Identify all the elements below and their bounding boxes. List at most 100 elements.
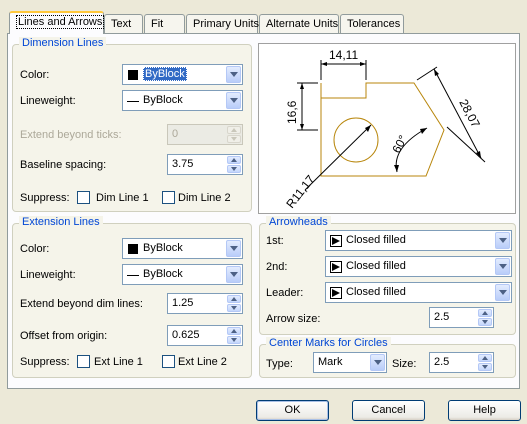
arrow-2nd-select[interactable]: Closed filled [325,256,512,277]
ext-line [446,126,486,163]
cancel-button-label: Cancel [371,404,406,416]
chevron-down-icon[interactable] [226,266,241,283]
tab-alternate-units[interactable]: Alternate Units [259,14,339,33]
extend-beyond-ticks-input[interactable]: 0 [167,124,243,145]
tab-label: Lines and Arrows [16,15,105,29]
extend-beyond-dim-lines-value: 1.25 [172,297,194,309]
ext-color-select[interactable]: ByBlock [122,238,243,259]
dim-text-left: 16,6 [285,100,299,124]
spin-up-icon[interactable] [478,354,492,362]
lineweight-line-icon [127,275,139,276]
center-type-value: Mark [318,356,343,368]
spin-up-icon[interactable] [227,156,241,164]
arrow-1st-label: 1st: [266,235,284,247]
center-size-label: Size: [392,358,417,370]
arrowhead-icon [300,83,304,89]
baseline-spacing-input[interactable]: 3.75 [167,154,243,175]
tab-label: Primary Units [193,18,260,30]
extend-beyond-dim-lines-input[interactable]: 1.25 [167,293,243,314]
dim-color-select[interactable]: ByBlock [122,64,243,85]
ext-lineweight-label: Lineweight: [20,269,76,281]
chevron-down-icon[interactable] [495,258,510,275]
spin-up-icon[interactable] [227,295,241,303]
part-notch [365,82,413,98]
tab-label: Fit [151,18,164,30]
offset-from-origin-input[interactable]: 0.625 [167,325,243,346]
baseline-spacing-value: 3.75 [172,158,194,170]
offset-from-origin-label: Offset from origin: [20,330,108,342]
baseline-spacing-label: Baseline spacing: [20,159,107,171]
dim-line-2-label: Dim Line 2 [178,192,231,204]
offset-from-origin-value: 0.625 [172,329,200,341]
tab-lines-and-arrows[interactable]: Lines and Arrows [9,11,105,34]
arrow-1st-value: Closed filled [346,234,406,246]
arrow-size-input[interactable]: 2.5 [429,307,494,328]
spin-down-icon[interactable] [478,363,492,371]
center-size-value: 2.5 [434,356,450,368]
closed-filled-arrow-icon [330,287,342,299]
group-title: Extension Lines [19,216,103,228]
leader-value: Closed filled [346,286,406,298]
chevron-down-icon[interactable] [226,92,241,109]
spin-up-icon[interactable] [478,309,492,317]
spin-up-icon[interactable] [227,327,241,335]
arrowhead-icon [434,69,439,76]
ok-button-label: OK [284,404,301,416]
tab-label: Tolerances [347,18,401,30]
cancel-button[interactable]: Cancel [352,400,425,421]
spin-down-icon[interactable] [227,304,241,312]
chevron-down-icon[interactable] [370,354,385,371]
closed-filled-arrow-icon [330,235,342,247]
chevron-down-icon[interactable] [495,232,510,249]
dim-lineweight-select[interactable]: ByBlock [122,90,243,111]
ext-lineweight-value: ByBlock [143,268,183,280]
group-title: Arrowheads [266,216,331,228]
group-title: Center Marks for Circles [266,337,391,349]
extend-beyond-dim-lines-label: Extend beyond dim lines: [20,298,143,310]
help-button[interactable]: Help [448,400,521,421]
arrow-size-label: Arrow size: [266,313,321,325]
tab-tolerances[interactable]: Tolerances [340,14,404,33]
leader-select[interactable]: Closed filled [325,282,512,303]
preview-drawing: 14,11 16,6 28,07 60° R11,17 [283,48,486,211]
chevron-down-icon[interactable] [226,66,241,83]
ext-line-1-checkbox[interactable] [77,355,90,368]
dim-lineweight-label: Lineweight: [20,95,76,107]
dim-text-top: 14,11 [329,48,358,62]
arrow-2nd-label: 2nd: [266,261,288,273]
ext-line-2-checkbox[interactable] [162,355,175,368]
arrow-size-value: 2.5 [434,311,450,323]
extend-beyond-ticks-label: Extend beyond ticks: [20,129,122,141]
spin-down-icon[interactable] [227,336,241,344]
arrow-2nd-value: Closed filled [346,260,406,272]
ext-lineweight-select[interactable]: ByBlock [122,264,243,285]
tab-label: Text [111,18,132,30]
spin-down-icon[interactable] [478,318,492,326]
ext-line [416,66,438,81]
center-type-select[interactable]: Mark [313,352,387,373]
dim-line-1-checkbox[interactable] [77,191,90,204]
dim-text-angle: 60° [389,133,410,156]
ok-button[interactable]: OK [256,400,329,421]
ext-color-value: ByBlock [143,242,183,254]
spin-down-icon[interactable] [227,135,241,143]
dim-line-2-checkbox[interactable] [162,191,175,204]
spin-up-icon[interactable] [227,126,241,134]
center-size-input[interactable]: 2.5 [429,352,494,373]
group-title: Dimension Lines [19,37,107,49]
ext-line-2-label: Ext Line 2 [178,356,227,368]
dim-color-label: Color: [20,69,50,81]
tab-primary-units[interactable]: Primary Units [186,14,260,33]
dim-suppress-label: Suppress: [20,192,70,204]
dim-color-value: ByBlock [143,67,187,81]
chevron-down-icon[interactable] [226,240,241,257]
chevron-down-icon[interactable] [495,284,510,301]
tab-text[interactable]: Text [104,14,143,33]
dim-text-radius: R11,17 [283,172,318,211]
lineweight-line-icon [127,101,139,102]
spin-down-icon[interactable] [227,165,241,173]
color-swatch-icon [128,70,138,80]
arrow-1st-select[interactable]: Closed filled [325,230,512,251]
tab-fit[interactable]: Fit [144,14,185,33]
color-swatch-icon [128,244,138,254]
